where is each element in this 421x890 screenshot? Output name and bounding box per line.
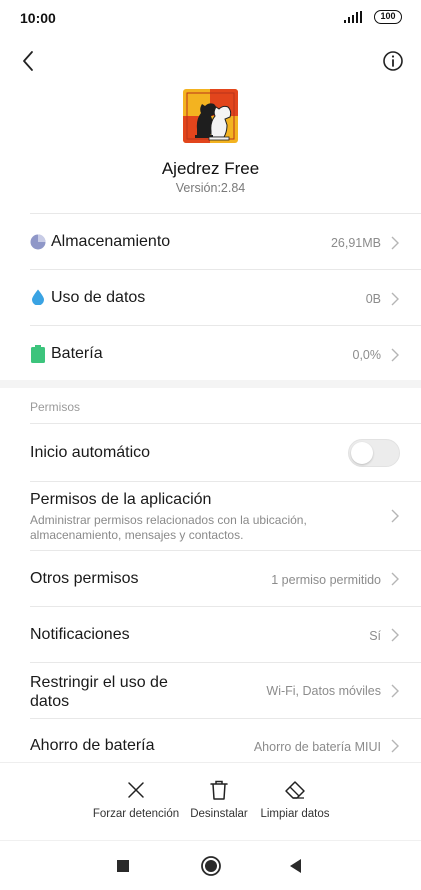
storage-value: 26,91MB	[330, 236, 381, 250]
chevron-right-icon	[391, 348, 399, 362]
chevron-right-icon	[391, 292, 399, 306]
bottom-action-bar: Forzar detención Desinstalar Limpiar dat…	[0, 762, 421, 840]
data-usage-row[interactable]: Uso de datos 0B	[0, 270, 421, 325]
chevron-right-icon	[391, 628, 399, 642]
status-time: 10:00	[20, 10, 56, 26]
eraser-icon	[285, 781, 305, 799]
clear-data-label: Limpiar datos	[260, 808, 330, 820]
uninstall-label: Desinstalar	[190, 808, 248, 820]
other-permissions-row[interactable]: Otros permisos 1 permiso permitido	[0, 551, 421, 606]
signal-icon	[344, 11, 362, 23]
battery-saver-row[interactable]: Ahorro de batería Ahorro de batería MIUI	[0, 719, 421, 762]
chevron-right-icon	[391, 739, 399, 753]
status-bar: 10:00 100	[0, 0, 421, 36]
storage-pie-icon	[30, 234, 46, 250]
trash-icon	[210, 780, 228, 800]
notifications-value: Sí	[369, 629, 381, 643]
battery-label: Batería	[51, 345, 103, 362]
chevron-right-icon	[391, 684, 399, 698]
app-permissions-row[interactable]: Permisos de la aplicación Administrar pe…	[0, 482, 421, 550]
back-arrow-icon[interactable]	[14, 46, 44, 76]
force-stop-label: Forzar detención	[92, 808, 180, 820]
data-drop-icon	[32, 289, 44, 305]
back-triangle-icon[interactable]	[285, 855, 307, 877]
close-x-icon	[128, 782, 144, 798]
app-icon	[183, 89, 238, 143]
autostart-label: Inicio automático	[30, 444, 151, 461]
system-nav-bar	[0, 840, 421, 890]
recents-square-icon[interactable]	[112, 855, 134, 877]
permissions-section-title: Permisos	[30, 400, 81, 414]
app-version: Versión:2.84	[175, 181, 246, 195]
restrict-data-value: Wi-Fi, Datos móviles	[266, 684, 381, 698]
home-circle-icon[interactable]	[200, 855, 222, 877]
storage-label: Almacenamiento	[51, 233, 171, 250]
battery-indicator: 100	[374, 10, 402, 24]
storage-row[interactable]: Almacenamiento 26,91MB	[0, 214, 421, 269]
top-bar	[0, 40, 421, 80]
section-separator	[0, 380, 421, 388]
chevron-right-icon	[391, 572, 399, 586]
info-icon[interactable]	[378, 46, 408, 76]
restrict-data-label: Restringir el uso de datos	[30, 674, 168, 710]
notifications-row[interactable]: Notificaciones Sí	[0, 607, 421, 662]
battery-icon	[31, 345, 45, 363]
force-stop-button[interactable]: Forzar detención	[88, 779, 184, 820]
battery-value: 0,0%	[352, 348, 382, 362]
data-usage-value: 0B	[365, 292, 381, 306]
app-permissions-description: Administrar permisos relacionados con la…	[30, 513, 307, 542]
app-permissions-label: Permisos de la aplicación	[30, 491, 212, 508]
restrict-data-row[interactable]: Restringir el uso de datos Wi-Fi, Datos …	[0, 663, 421, 718]
uninstall-button[interactable]: Desinstalar	[186, 779, 252, 820]
chevron-right-icon	[391, 509, 399, 523]
other-permissions-value: 1 permiso permitido	[271, 573, 381, 587]
clear-data-button[interactable]: Limpiar datos	[255, 779, 335, 820]
data-usage-label: Uso de datos	[51, 289, 146, 306]
battery-saver-value: Ahorro de batería MIUI	[253, 740, 381, 754]
app-name: Ajedrez Free	[161, 159, 260, 178]
chevron-right-icon	[391, 236, 399, 250]
battery-saver-label: Ahorro de batería	[30, 737, 155, 754]
other-permissions-label: Otros permisos	[30, 570, 139, 587]
autostart-toggle[interactable]	[348, 439, 400, 467]
battery-row[interactable]: Batería 0,0%	[0, 326, 421, 380]
app-header: Ajedrez Free Versión:2.84	[0, 88, 421, 200]
toggle-knob	[351, 442, 373, 464]
notifications-label: Notificaciones	[30, 626, 130, 643]
